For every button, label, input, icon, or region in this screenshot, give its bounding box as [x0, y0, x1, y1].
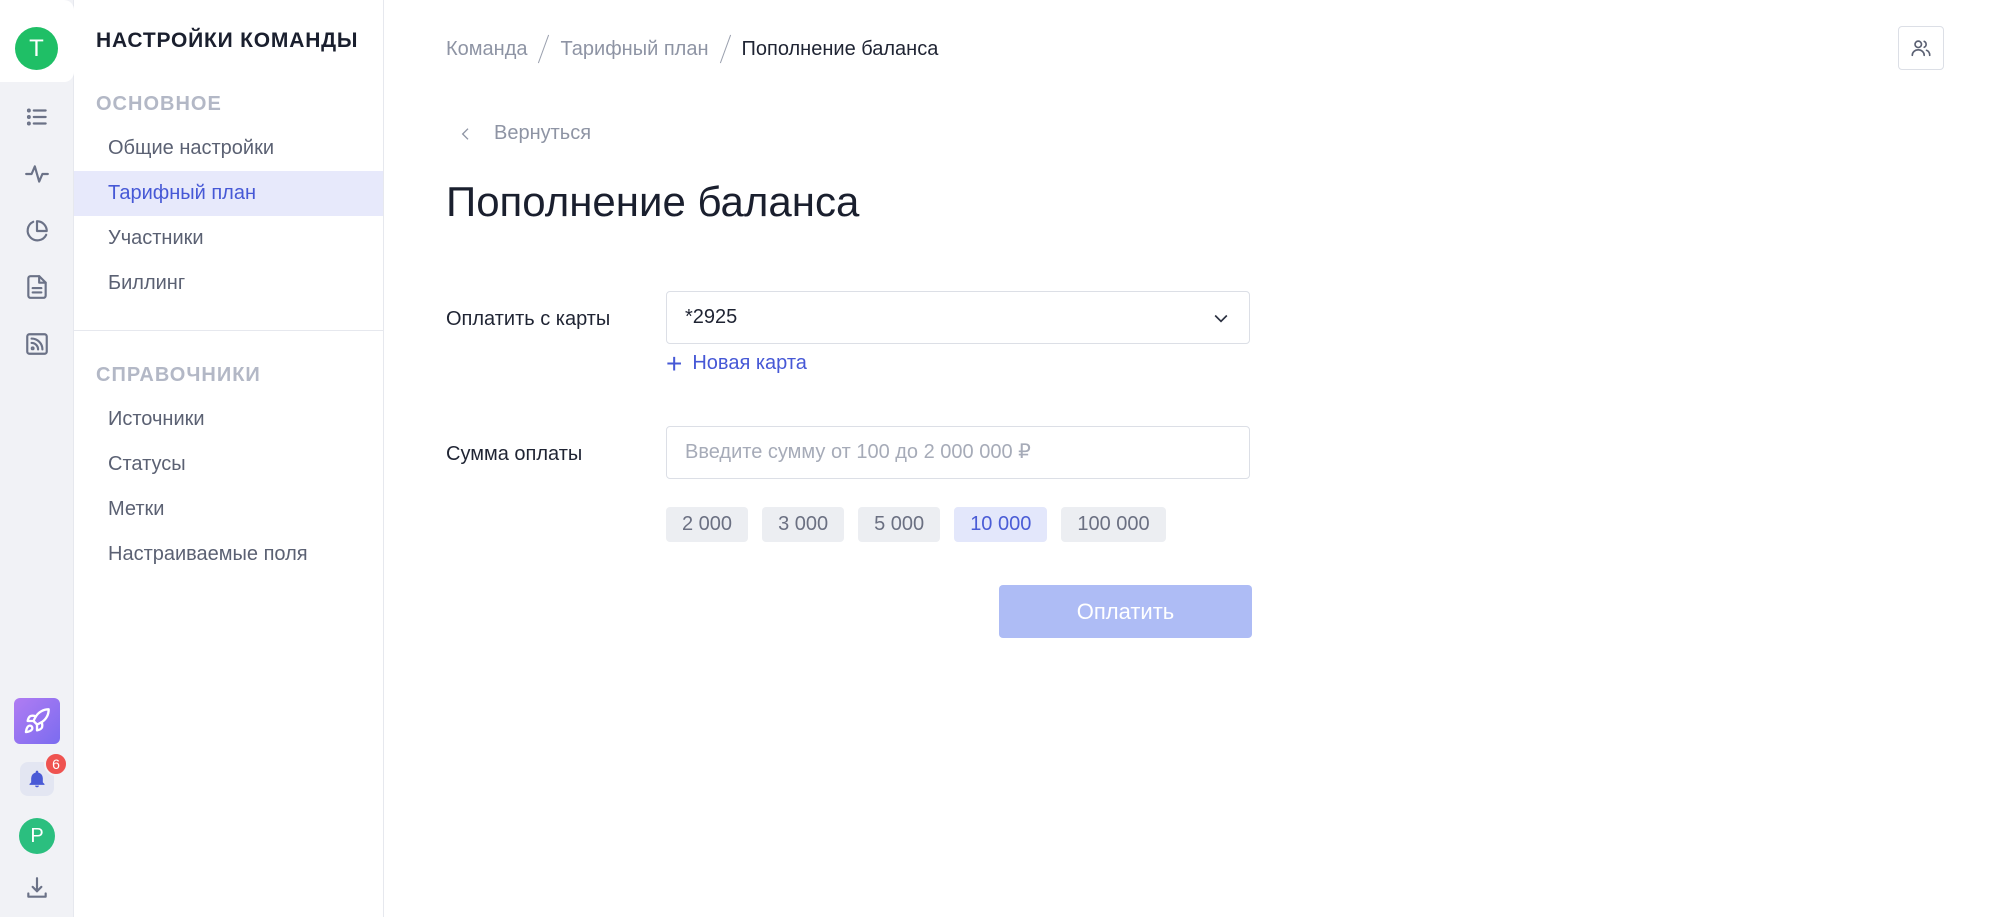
notification-badge: 6	[44, 752, 68, 776]
document-icon[interactable]	[22, 272, 52, 302]
card-select[interactable]: *2925	[666, 291, 1250, 344]
main-content: Команда Тарифный план Пополнение баланса…	[384, 0, 2000, 917]
sidebar-item-statuses[interactable]: Статусы	[74, 442, 383, 487]
sidebar-item-custom-fields[interactable]: Настраиваемые поля	[74, 532, 383, 577]
sidebar-item-sources[interactable]: Источники	[74, 397, 383, 442]
breadcrumb: Команда Тарифный план Пополнение баланса	[446, 34, 938, 64]
preset-chip[interactable]: 3 000	[762, 507, 845, 542]
section-label-directories: Справочники	[96, 364, 261, 386]
breadcrumb-separator	[719, 34, 731, 64]
download-icon[interactable]	[22, 873, 52, 903]
rocket-icon[interactable]	[14, 698, 60, 744]
card-label: Оплатить с карты	[446, 308, 611, 330]
sidebar-item-general[interactable]: Общие настройки	[74, 126, 383, 171]
breadcrumb-tariff-plan[interactable]: Тарифный план	[560, 38, 708, 61]
amount-input[interactable]	[666, 426, 1250, 479]
preset-chip[interactable]: 2 000	[666, 507, 749, 542]
card-select-value: *2925	[685, 306, 738, 328]
chevron-down-icon	[1214, 314, 1228, 323]
chevron-left-icon	[461, 127, 469, 140]
sidebar-item-billing[interactable]: Биллинг	[74, 261, 383, 306]
new-card-label: Новая карта	[692, 352, 807, 374]
users-icon	[1911, 40, 1931, 57]
user-avatar[interactable]: P	[19, 818, 55, 854]
preset-chip[interactable]: 5 000	[858, 507, 941, 542]
breadcrumb-current: Пополнение баланса	[741, 37, 939, 60]
team-members-button[interactable]	[1898, 26, 1944, 70]
rss-icon[interactable]	[22, 329, 52, 359]
icon-rail: T 6 P	[0, 0, 74, 917]
sidebar-item-tags[interactable]: Метки	[74, 487, 383, 532]
breadcrumb-separator	[538, 34, 550, 64]
sidebar-title: Настройки команды	[96, 29, 359, 52]
amount-presets: 2 000 3 000 5 000 10 000 100 000	[666, 507, 1166, 542]
sidebar-item-tariff-plan[interactable]: Тарифный план	[74, 171, 383, 216]
activity-icon[interactable]	[22, 159, 52, 189]
team-avatar[interactable]: T	[15, 27, 58, 70]
team-switcher[interactable]: T	[0, 0, 74, 82]
pay-button[interactable]: Оплатить	[999, 585, 1252, 638]
back-link[interactable]: Вернуться	[458, 122, 591, 145]
amount-label: Сумма оплаты	[446, 443, 583, 465]
sidebar-item-members[interactable]: Участники	[74, 216, 383, 261]
section-label-main: Основное	[96, 93, 222, 115]
settings-sidebar: Настройки команды Основное Общие настрой…	[74, 0, 384, 917]
page-title: Пополнение баланса	[446, 178, 860, 225]
pie-chart-icon[interactable]	[22, 216, 52, 246]
new-card-link[interactable]: + Новая карта	[666, 347, 807, 379]
breadcrumb-team[interactable]: Команда	[446, 38, 527, 61]
preset-chip[interactable]: 100 000	[1061, 507, 1166, 542]
sidebar-divider	[74, 330, 383, 331]
preset-chip-selected[interactable]: 10 000	[954, 507, 1048, 542]
plus-icon: +	[666, 347, 683, 379]
back-label: Вернуться	[494, 122, 592, 144]
list-icon[interactable]	[22, 102, 52, 132]
